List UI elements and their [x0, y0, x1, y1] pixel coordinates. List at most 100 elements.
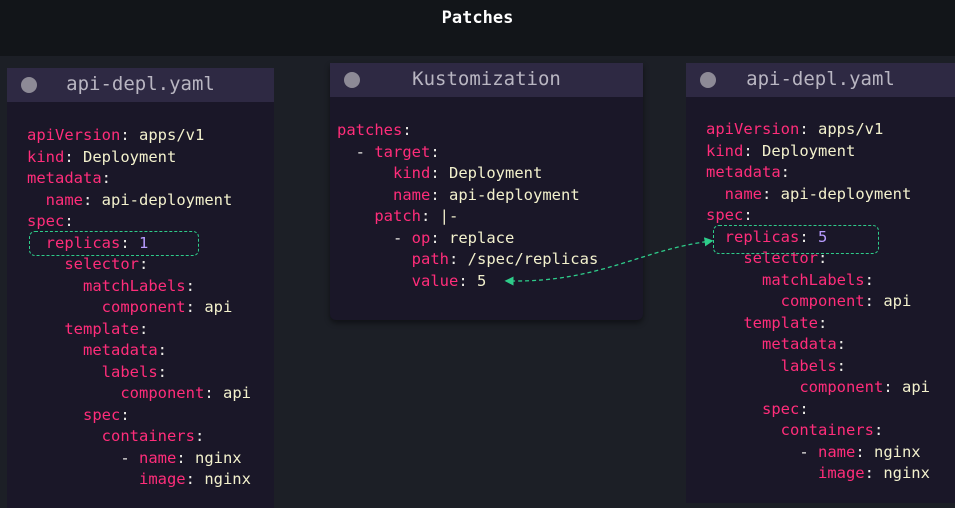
yaml-key: spec — [27, 405, 121, 424]
yaml-key: name — [27, 190, 83, 209]
yaml-punct: : — [421, 207, 440, 225]
yaml-punct: : — [101, 169, 111, 187]
yaml-key: labels — [706, 356, 837, 375]
title-bar: Patches — [0, 0, 955, 56]
yaml-punct: : — [458, 271, 477, 290]
yaml-key: apiVersion — [27, 126, 121, 144]
yaml-punct: : — [204, 384, 223, 402]
yaml-punct: - — [706, 442, 818, 461]
yaml-key: spec — [706, 206, 744, 224]
yaml-key: matchLabels — [27, 276, 186, 295]
code-line: spec: — [27, 405, 251, 427]
code-line: containers: — [706, 420, 930, 442]
panel-title: api-depl.yaml — [66, 73, 215, 95]
yaml-value: apps/v1 — [139, 126, 205, 144]
yaml-punct: : — [864, 464, 884, 482]
code-line: - op: replace — [337, 228, 598, 250]
yaml-punct: : — [120, 126, 139, 144]
code-line: kind: Deployment — [337, 163, 598, 185]
code-line: component: api — [27, 297, 251, 319]
panel-header: api-depl.yaml — [7, 68, 274, 102]
yaml-punct: : — [883, 378, 902, 396]
yaml-punct: : — [836, 335, 846, 353]
code-line: containers: — [27, 426, 251, 448]
yaml-key: name — [706, 184, 762, 203]
code-line: patches: — [337, 120, 598, 142]
code-line: - name: nginx — [706, 442, 930, 464]
replicas-highlight — [29, 231, 199, 256]
yaml-value: nginx — [194, 448, 242, 467]
replicas-highlight — [713, 225, 879, 254]
code-line: template: — [27, 319, 251, 341]
yaml-punct: : — [836, 356, 846, 375]
code-line: component: api — [706, 377, 930, 399]
yaml-punct: : — [430, 164, 449, 182]
yaml-punct: - — [337, 228, 412, 247]
yaml-key: kind — [337, 164, 431, 182]
code-line: name: api-deployment — [27, 190, 251, 212]
yaml-value: apps/v1 — [818, 120, 884, 138]
yaml-punct: : — [176, 448, 195, 467]
yaml-key: metadata — [27, 169, 102, 187]
yaml-punct: : — [743, 206, 753, 224]
yaml-punct: : — [864, 270, 874, 289]
code-line: value: 5 — [337, 271, 598, 293]
yaml-punct: : — [138, 255, 149, 273]
code-line: - target: — [337, 142, 598, 164]
yaml-key: component — [706, 292, 865, 310]
yaml-punct: : — [430, 228, 449, 247]
code-line: metadata: — [706, 162, 930, 184]
yaml-punct: : — [430, 185, 449, 204]
code-line: template: — [706, 313, 930, 335]
code-line: image: nginx — [27, 469, 251, 491]
yaml-key: op — [411, 228, 431, 247]
yaml-punct: : — [185, 276, 195, 295]
yaml-value: 5 — [477, 271, 487, 290]
yaml-key: kind — [27, 147, 65, 166]
yaml-value: api — [901, 378, 930, 396]
yaml-punct: : — [402, 121, 412, 139]
yaml-value: api — [204, 298, 233, 316]
yaml-punct: : — [817, 313, 828, 332]
yaml-punct: : — [194, 427, 205, 445]
panel-header: api-depl.yaml — [686, 63, 955, 97]
code-line: - name: nginx — [27, 448, 251, 470]
yaml-punct: : — [799, 120, 818, 138]
yaml-key: spec — [706, 399, 800, 418]
yaml-punct: : — [873, 421, 884, 439]
yaml-punct: : — [83, 190, 102, 209]
yaml-punct: : — [120, 405, 130, 424]
yaml-value: |- — [439, 207, 459, 225]
yaml-punct: : — [185, 470, 205, 488]
yaml-punct: : — [864, 292, 884, 310]
yaml-key: labels — [27, 362, 158, 381]
yaml-punct: - — [337, 142, 375, 161]
code-block: apiVersion: apps/v1 kind: Deployment metad… — [706, 119, 930, 485]
yaml-punct: : — [855, 442, 874, 461]
yaml-punct: : — [448, 250, 468, 268]
code-line: kind: Deployment — [27, 147, 251, 169]
yaml-key: template — [706, 313, 818, 332]
yaml-key: matchLabels — [706, 270, 865, 289]
yaml-key: metadata — [706, 163, 781, 181]
yaml-value: api-deployment — [101, 190, 233, 209]
yaml-value: Deployment — [83, 147, 177, 166]
code-line: name: api-deployment — [337, 185, 598, 207]
yaml-value: replace — [449, 228, 515, 247]
yaml-punct: : — [762, 184, 781, 203]
yaml-value: api — [883, 292, 912, 310]
code-block: patches: - target: kind: Deployment name… — [337, 120, 598, 292]
yaml-punct: : — [157, 362, 167, 381]
code-line: metadata: — [27, 340, 251, 362]
yaml-key: name — [817, 442, 856, 461]
original-yaml-panel: api-depl.yaml apiVersion: apps/v1 kind: D… — [7, 68, 274, 508]
yaml-key: component — [27, 298, 186, 316]
code-line: selector: — [27, 254, 251, 276]
yaml-key: value — [337, 271, 459, 290]
yaml-key: containers — [706, 421, 874, 439]
yaml-key: name — [337, 185, 431, 204]
yaml-key: template — [27, 319, 139, 338]
code-block: apiVersion: apps/v1 kind: Deployment metad… — [27, 125, 251, 491]
panel-title: Kustomization — [412, 68, 561, 90]
yaml-key: metadata — [27, 341, 158, 359]
